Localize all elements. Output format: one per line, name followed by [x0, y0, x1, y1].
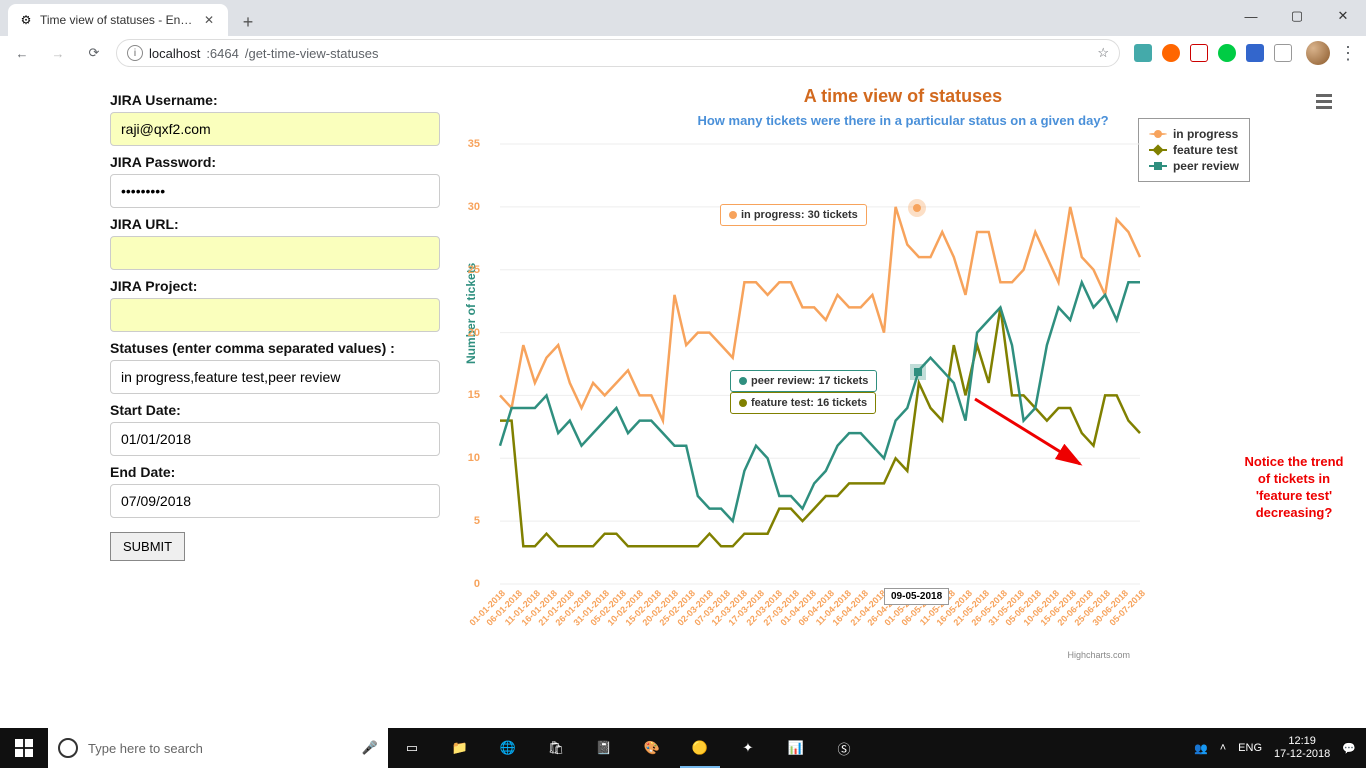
- language-indicator[interactable]: ENG: [1238, 742, 1262, 754]
- username-label: JIRA Username:: [110, 92, 440, 108]
- start-date-input[interactable]: [110, 422, 440, 456]
- chart-menu-icon[interactable]: [1312, 90, 1336, 113]
- browser-menu-icon[interactable]: ⋮: [1338, 43, 1358, 64]
- forward-button[interactable]: →: [44, 39, 72, 67]
- annotation-arrow-icon: [970, 394, 1090, 474]
- ext-icon[interactable]: [1274, 44, 1292, 62]
- clock[interactable]: 12:19 17-12-2018: [1274, 735, 1330, 761]
- chart-legend: in progress feature test peer review: [1138, 118, 1250, 182]
- edge-icon[interactable]: 🌐: [484, 728, 532, 768]
- submit-button[interactable]: SUBMIT: [110, 532, 185, 561]
- annotation-text: Notice the trend of tickets in 'feature …: [1244, 454, 1344, 522]
- paint-icon[interactable]: 🎨: [628, 728, 676, 768]
- search-placeholder: Type here to search: [88, 741, 203, 756]
- ext-icon[interactable]: [1162, 44, 1180, 62]
- bookmark-icon[interactable]: ☆: [1097, 45, 1109, 61]
- tab-strip: ⚙ Time view of statuses - Engineer ✕ + ―…: [0, 0, 1366, 36]
- legend-item-feature-test[interactable]: feature test: [1149, 143, 1239, 157]
- jira-project-input[interactable]: [110, 298, 440, 332]
- ext-icon[interactable]: [1134, 44, 1152, 62]
- store-icon[interactable]: 🛍: [532, 728, 580, 768]
- jira-project-label: JIRA Project:: [110, 278, 440, 294]
- legend-item-in-progress[interactable]: in progress: [1149, 127, 1239, 141]
- taskbar: Type here to search 🎤 ▭ 📁 🌐 🛍 📓 🎨 🟡 ✦ 📊 …: [0, 728, 1366, 768]
- app-icon[interactable]: 📊: [772, 728, 820, 768]
- x-ticks: 01-01-201806-01-201811-01-201816-01-2018…: [500, 588, 1140, 668]
- start-button[interactable]: [0, 728, 48, 768]
- jira-url-label: JIRA URL:: [110, 216, 440, 232]
- url-host: localhost: [149, 46, 200, 61]
- ext-icon[interactable]: [1246, 44, 1264, 62]
- page-content: JIRA Username: JIRA Password: JIRA URL: …: [0, 70, 1366, 720]
- maximize-button[interactable]: ▢: [1274, 0, 1320, 32]
- hover-marker-in-progress: [908, 199, 926, 217]
- y-axis-label: Number of tickets: [464, 263, 478, 364]
- form-panel: JIRA Username: JIRA Password: JIRA URL: …: [110, 84, 440, 720]
- url-input[interactable]: i localhost:6464/get-time-view-statuses …: [116, 39, 1120, 67]
- tray-chevron-icon[interactable]: ˄: [1220, 742, 1226, 754]
- statuses-label: Statuses (enter comma separated values) …: [110, 340, 440, 356]
- window-controls: ― ▢ ✕: [1228, 0, 1366, 32]
- chart-panel: A time view of statuses How many tickets…: [440, 84, 1346, 720]
- hover-date-flag: 09-05-2018: [884, 588, 949, 605]
- jira-url-input[interactable]: [110, 236, 440, 270]
- minimize-button[interactable]: ―: [1228, 0, 1274, 32]
- tooltip-feature-test: feature test: 16 tickets: [730, 392, 876, 414]
- task-view-icon[interactable]: ▭: [388, 728, 436, 768]
- address-bar: ← → ⟳ i localhost :6464/get-time-view-sta…: [0, 36, 1366, 70]
- url-port: :6464: [206, 46, 239, 61]
- chart-title: A time view of statuses: [460, 86, 1346, 107]
- ext-icon[interactable]: [1190, 44, 1208, 62]
- tooltip-peer-review: peer review: 17 tickets: [730, 370, 877, 392]
- reload-button[interactable]: ⟳: [80, 39, 108, 67]
- end-date-label: End Date:: [110, 464, 440, 480]
- username-input[interactable]: [110, 112, 440, 146]
- people-icon[interactable]: 👥: [1194, 742, 1208, 755]
- taskbar-search[interactable]: Type here to search 🎤: [48, 728, 388, 768]
- browser-tab[interactable]: ⚙ Time view of statuses - Engineer ✕: [8, 4, 228, 36]
- extension-icons: [1128, 44, 1298, 62]
- mic-icon[interactable]: 🎤: [362, 740, 378, 756]
- back-button[interactable]: ←: [8, 39, 36, 67]
- app-icon[interactable]: ✦: [724, 728, 772, 768]
- notifications-icon[interactable]: 💬: [1342, 742, 1356, 755]
- favicon-icon: ⚙: [18, 12, 34, 28]
- system-tray: 👥 ˄ ENG 12:19 17-12-2018 💬: [1184, 735, 1366, 761]
- ext-icon[interactable]: [1218, 44, 1236, 62]
- tooltip-in-progress: in progress: 30 tickets: [720, 204, 867, 226]
- chrome-icon[interactable]: 🟡: [676, 728, 724, 768]
- password-label: JIRA Password:: [110, 154, 440, 170]
- browser-chrome: ⚙ Time view of statuses - Engineer ✕ + ―…: [0, 0, 1366, 70]
- file-explorer-icon[interactable]: 📁: [436, 728, 484, 768]
- task-icons: ▭ 📁 🌐 🛍 📓 🎨 🟡 ✦ 📊 Ⓢ: [388, 728, 868, 768]
- end-date-input[interactable]: [110, 484, 440, 518]
- site-info-icon[interactable]: i: [127, 45, 143, 61]
- legend-item-peer-review[interactable]: peer review: [1149, 159, 1239, 173]
- start-date-label: Start Date:: [110, 402, 440, 418]
- cortana-icon: [58, 738, 78, 758]
- hover-marker-peer-review: [910, 364, 926, 380]
- new-tab-button[interactable]: +: [234, 8, 262, 36]
- skype-icon[interactable]: Ⓢ: [820, 728, 868, 768]
- close-window-button[interactable]: ✕: [1320, 0, 1366, 32]
- close-tab-icon[interactable]: ✕: [204, 13, 218, 27]
- password-input[interactable]: [110, 174, 440, 208]
- tab-title: Time view of statuses - Engineer: [40, 13, 198, 27]
- statuses-input[interactable]: [110, 360, 440, 394]
- profile-avatar[interactable]: [1306, 41, 1330, 65]
- url-path: /get-time-view-statuses: [245, 46, 379, 61]
- notepad-icon[interactable]: 📓: [580, 728, 628, 768]
